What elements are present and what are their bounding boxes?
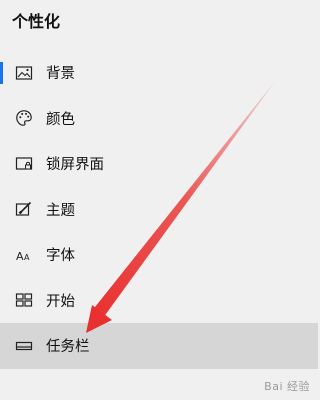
nav-item-label: 锁屏界面 [46, 157, 104, 174]
nav-item-label: 开始 [46, 293, 75, 310]
lock-screen-icon [15, 155, 33, 173]
nav-item-label: 任务栏 [46, 339, 90, 356]
nav-item-background[interactable]: 背景 [0, 50, 318, 96]
nav-item-label: 颜色 [46, 111, 75, 128]
nav-item-label: 背景 [46, 66, 75, 83]
personalization-nav: 背景 颜色 锁屏界面 主题 A A 字体 开始 任务栏 [0, 50, 318, 369]
nav-item-taskbar[interactable]: 任务栏 [0, 323, 318, 369]
font-icon: A A [15, 246, 33, 264]
nav-item-lock-screen[interactable]: 锁屏界面 [0, 141, 318, 187]
svg-text:A: A [16, 250, 24, 263]
watermark: Bai 经验 [264, 380, 310, 393]
theme-icon [15, 200, 33, 218]
nav-item-label: 主题 [46, 202, 75, 219]
taskbar-icon [15, 337, 33, 355]
start-menu-icon [15, 291, 33, 309]
settings-personalization-page: 个性化 背景 颜色 锁屏界面 主题 A A 字体 开始 任务栏 Bai 经验 [0, 0, 318, 400]
nav-item-themes[interactable]: 主题 [0, 187, 318, 233]
palette-icon [15, 109, 33, 127]
page-title: 个性化 [12, 12, 61, 31]
svg-text:A: A [24, 253, 30, 262]
image-icon [15, 64, 33, 82]
nav-item-start[interactable]: 开始 [0, 278, 318, 324]
nav-item-fonts[interactable]: A A 字体 [0, 232, 318, 278]
nav-item-label: 字体 [46, 248, 75, 265]
nav-item-colors[interactable]: 颜色 [0, 96, 318, 142]
